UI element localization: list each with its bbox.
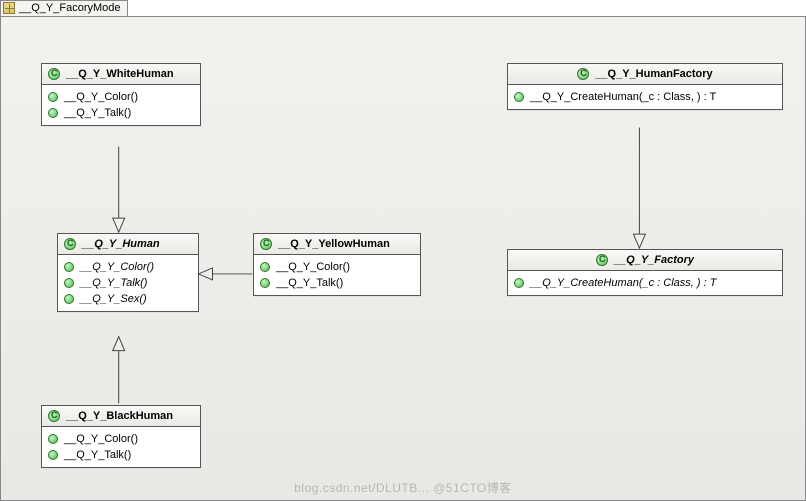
methods-compartment: __Q_Y_Color() __Q_Y_Talk(): [42, 85, 200, 125]
method-row: __Q_Y_Talk(): [260, 275, 414, 291]
public-method-icon: [48, 108, 58, 118]
method-signature: __Q_Y_Color(): [64, 91, 138, 103]
methods-compartment: __Q_Y_CreateHuman(_c : Class, ) : T: [508, 85, 782, 109]
class-human[interactable]: __Q_Y_Human __Q_Y_Color() __Q_Y_Talk() _…: [57, 233, 199, 312]
public-method-icon: [260, 262, 270, 272]
methods-compartment: __Q_Y_Color() __Q_Y_Talk(): [42, 427, 200, 467]
class-factory[interactable]: __Q_Y_Factory __Q_Y_CreateHuman(_c : Cla…: [507, 249, 783, 296]
class-name: __Q_Y_Human: [82, 238, 160, 250]
class-icon: [64, 238, 76, 250]
public-method-icon: [260, 278, 270, 288]
class-black-human[interactable]: __Q_Y_BlackHuman __Q_Y_Color() __Q_Y_Tal…: [41, 405, 201, 468]
package-icon: [3, 2, 15, 14]
public-method-icon: [48, 92, 58, 102]
method-signature: __Q_Y_Color(): [276, 261, 350, 273]
class-name: __Q_Y_YellowHuman: [278, 238, 390, 250]
class-name: __Q_Y_HumanFactory: [595, 68, 712, 80]
method-row: __Q_Y_CreateHuman(_c : Class, ) : T: [514, 275, 776, 291]
public-method-icon: [48, 450, 58, 460]
method-signature: __Q_Y_Talk(): [276, 277, 343, 289]
method-signature: __Q_Y_Color(): [80, 261, 154, 273]
method-signature: __Q_Y_CreateHuman(_c : Class, ) : T: [530, 91, 716, 103]
public-method-icon: [514, 278, 524, 288]
method-signature: __Q_Y_Talk(): [64, 107, 131, 119]
method-row: __Q_Y_CreateHuman(_c : Class, ) : T: [514, 89, 776, 105]
class-white-human[interactable]: __Q_Y_WhiteHuman __Q_Y_Color() __Q_Y_Tal…: [41, 63, 201, 126]
class-icon: [48, 410, 60, 422]
public-method-icon: [64, 294, 74, 304]
methods-compartment: __Q_Y_Color() __Q_Y_Talk() __Q_Y_Sex(): [58, 255, 198, 311]
class-icon: [577, 68, 589, 80]
public-method-icon: [64, 278, 74, 288]
watermark-text: blog.csdn.net/DLUTB... @51CTO博客: [294, 479, 512, 496]
class-header: __Q_Y_YellowHuman: [254, 234, 420, 255]
class-name: __Q_Y_Factory: [614, 254, 694, 266]
public-method-icon: [514, 92, 524, 102]
method-row: __Q_Y_Color(): [64, 259, 192, 275]
class-icon: [596, 254, 608, 266]
class-human-factory[interactable]: __Q_Y_HumanFactory __Q_Y_CreateHuman(_c …: [507, 63, 783, 110]
method-row: __Q_Y_Color(): [48, 431, 194, 447]
package-tab[interactable]: __Q_Y_FacoryMode: [0, 0, 128, 17]
methods-compartment: __Q_Y_CreateHuman(_c : Class, ) : T: [508, 271, 782, 295]
method-row: __Q_Y_Talk(): [64, 275, 192, 291]
class-header: __Q_Y_Factory: [508, 250, 782, 271]
method-row: __Q_Y_Color(): [260, 259, 414, 275]
method-signature: __Q_Y_Sex(): [80, 293, 147, 305]
diagram-canvas[interactable]: __Q_Y_WhiteHuman __Q_Y_Color() __Q_Y_Tal…: [0, 16, 806, 501]
method-row: __Q_Y_Talk(): [48, 105, 194, 121]
method-signature: __Q_Y_Color(): [64, 433, 138, 445]
method-row: __Q_Y_Sex(): [64, 291, 192, 307]
method-signature: __Q_Y_Talk(): [64, 449, 131, 461]
class-header: __Q_Y_Human: [58, 234, 198, 255]
method-signature: __Q_Y_CreateHuman(_c : Class, ) : T: [530, 277, 716, 289]
class-header: __Q_Y_WhiteHuman: [42, 64, 200, 85]
class-icon: [48, 68, 60, 80]
class-name: __Q_Y_BlackHuman: [66, 410, 173, 422]
class-name: __Q_Y_WhiteHuman: [66, 68, 174, 80]
method-row: __Q_Y_Talk(): [48, 447, 194, 463]
public-method-icon: [64, 262, 74, 272]
methods-compartment: __Q_Y_Color() __Q_Y_Talk(): [254, 255, 420, 295]
class-header: __Q_Y_HumanFactory: [508, 64, 782, 85]
class-yellow-human[interactable]: __Q_Y_YellowHuman __Q_Y_Color() __Q_Y_Ta…: [253, 233, 421, 296]
public-method-icon: [48, 434, 58, 444]
method-row: __Q_Y_Color(): [48, 89, 194, 105]
class-header: __Q_Y_BlackHuman: [42, 406, 200, 427]
class-icon: [260, 238, 272, 250]
method-signature: __Q_Y_Talk(): [80, 277, 147, 289]
package-tab-label: __Q_Y_FacoryMode: [19, 2, 121, 14]
